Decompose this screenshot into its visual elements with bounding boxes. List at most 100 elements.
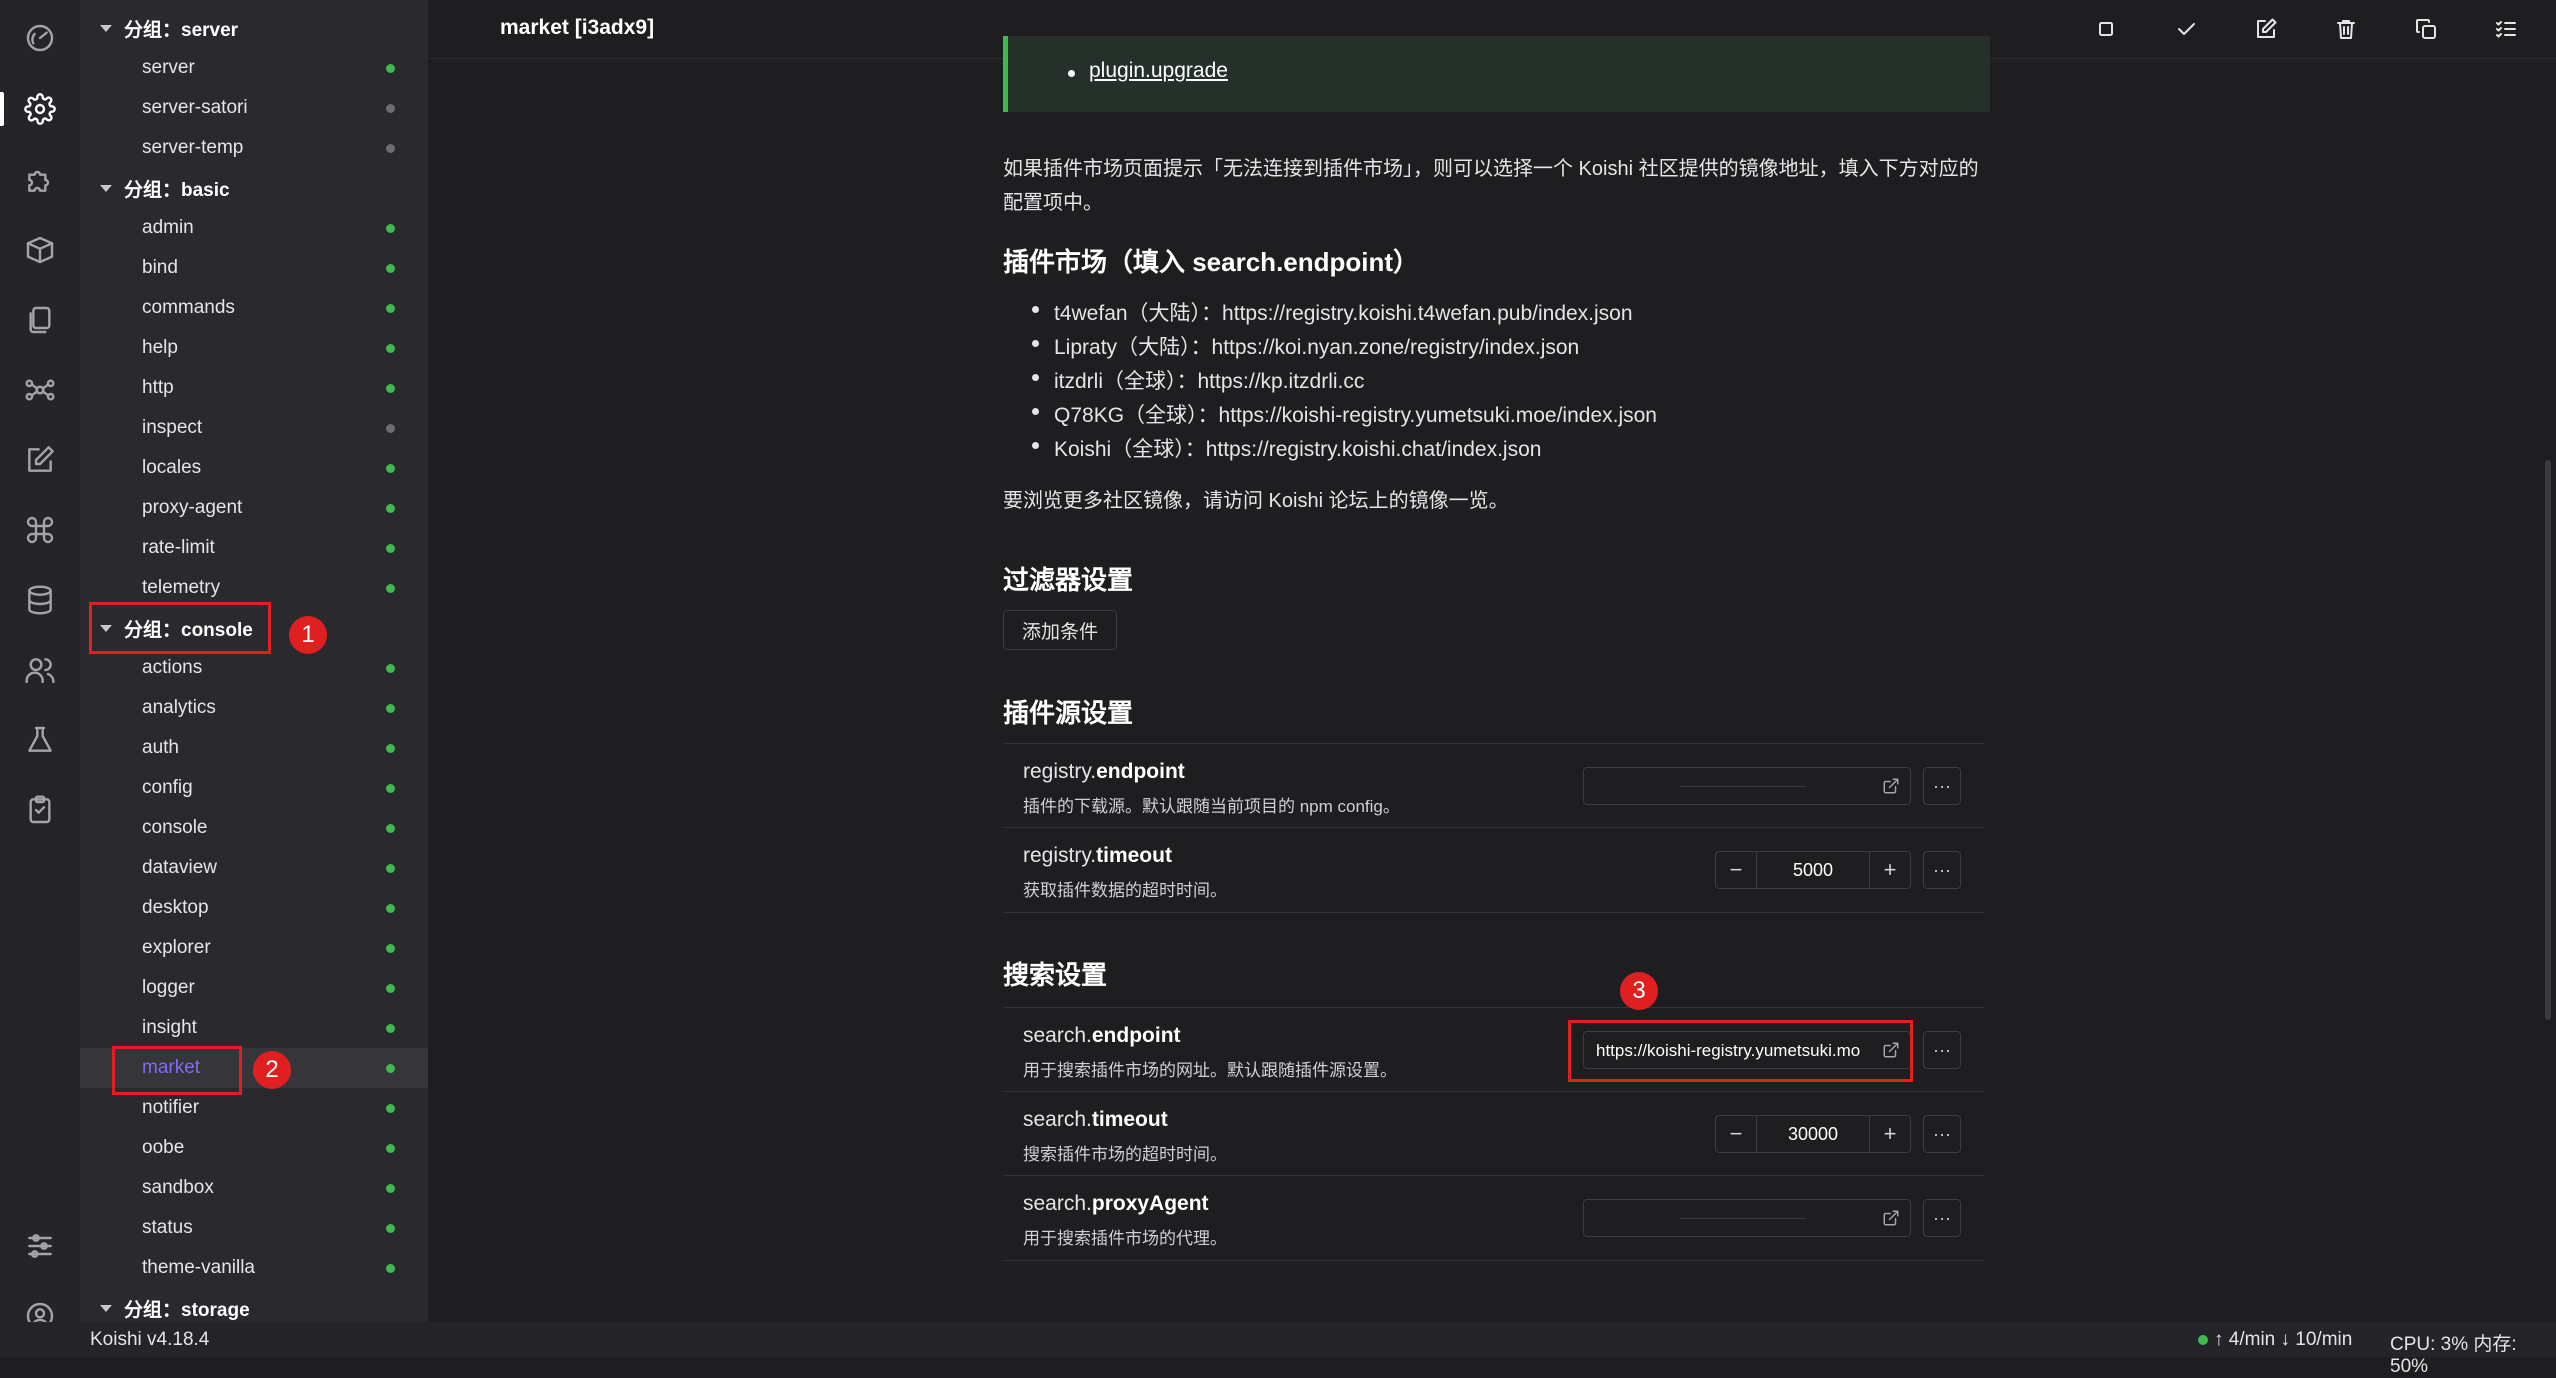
- settings-icon[interactable]: [20, 89, 60, 129]
- add-condition-button[interactable]: 添加条件: [1003, 610, 1118, 650]
- status-dot: [386, 904, 395, 913]
- status-dot: [386, 784, 395, 793]
- increment-button[interactable]: +: [1870, 852, 1910, 888]
- sidebar-item-server-satori[interactable]: server-satori: [80, 88, 428, 128]
- group-storage[interactable]: 分组：storage: [80, 1288, 428, 1322]
- check-icon[interactable]: [2168, 12, 2204, 46]
- sliders-icon[interactable]: [20, 1226, 60, 1266]
- sidebar-item-actions[interactable]: actions: [80, 648, 428, 688]
- caret-down-icon: [100, 184, 112, 192]
- sidebar-item-oobe[interactable]: oobe: [80, 1128, 428, 1168]
- status-dot: [386, 304, 395, 313]
- sidebar-item-config[interactable]: config: [80, 768, 428, 808]
- status-dot: [386, 944, 395, 953]
- increment-button[interactable]: +: [1870, 1116, 1910, 1152]
- sidebar-item-help[interactable]: help: [80, 328, 428, 368]
- registry-heading: 插件源设置: [1003, 698, 1134, 728]
- sidebar-item-console[interactable]: console: [80, 808, 428, 848]
- empty-placeholder: [1680, 786, 1806, 787]
- scrollbar-thumb[interactable]: [2545, 460, 2551, 1020]
- sidebar-item-server-temp[interactable]: server-temp: [80, 128, 428, 168]
- more-button[interactable]: ···: [1923, 1115, 1961, 1153]
- sidebar-item-sandbox[interactable]: sandbox: [80, 1168, 428, 1208]
- registry-timeout-value[interactable]: 5000: [1756, 852, 1870, 888]
- search-timeout-value[interactable]: 30000: [1756, 1116, 1870, 1152]
- plugin-upgrade-link[interactable]: plugin.upgrade: [1089, 59, 1228, 83]
- sidebar-item-insight[interactable]: insight: [80, 1008, 428, 1048]
- group-basic[interactable]: 分组：basic: [80, 168, 428, 208]
- sidebar-item-server[interactable]: server: [80, 48, 428, 88]
- registry-endpoint-input[interactable]: [1583, 767, 1911, 805]
- graph-icon[interactable]: [20, 370, 60, 410]
- edit-icon[interactable]: [2248, 12, 2284, 46]
- group-server[interactable]: 分组：server: [80, 8, 428, 48]
- clipboard-icon[interactable]: [20, 790, 60, 830]
- plugin-icon[interactable]: [20, 160, 60, 200]
- status-dot: [386, 464, 395, 473]
- status-dot: [386, 744, 395, 753]
- sidebar-item-logger[interactable]: logger: [80, 968, 428, 1008]
- mirror-intro: 如果插件市场页面提示「无法连接到插件市场」，则可以选择一个 Koishi 社区提…: [1003, 158, 1979, 214]
- dashboard-icon[interactable]: [20, 18, 60, 58]
- flask-icon[interactable]: [20, 720, 60, 760]
- mirror-more: 要浏览更多社区镜像，请访问 Koishi 论坛上的镜像一览。: [1003, 490, 1509, 512]
- users-icon[interactable]: [20, 650, 60, 690]
- status-dot: [386, 984, 395, 993]
- activity-bar: [0, 0, 80, 1357]
- external-link-icon[interactable]: [1882, 1209, 1900, 1227]
- more-button[interactable]: ···: [1923, 767, 1961, 805]
- files-icon[interactable]: [20, 300, 60, 340]
- sidebar-item-analytics[interactable]: analytics: [80, 688, 428, 728]
- search-proxy-agent-input[interactable]: [1583, 1199, 1911, 1237]
- stop-icon[interactable]: [2088, 12, 2124, 46]
- sidebar-item-rate-limit[interactable]: rate-limit: [80, 528, 428, 568]
- status-dot: [386, 1064, 395, 1073]
- annotation-box-1: [89, 602, 271, 654]
- sidebar-item-status[interactable]: status: [80, 1208, 428, 1248]
- empty-placeholder: [1680, 1218, 1806, 1219]
- page-title: market [i3adx9]: [500, 16, 655, 39]
- config-desc: 用于搜索插件市场的代理。: [1023, 1229, 1227, 1248]
- decrement-button[interactable]: −: [1716, 852, 1756, 888]
- copy-icon[interactable]: [2408, 12, 2444, 46]
- database-icon[interactable]: [20, 580, 60, 620]
- list-check-icon[interactable]: [2488, 12, 2524, 46]
- filter-heading: 过滤器设置: [1003, 565, 1134, 595]
- sidebar-item-proxy-agent[interactable]: proxy-agent: [80, 488, 428, 528]
- sidebar-item-admin[interactable]: admin: [80, 208, 428, 248]
- status-dot: [386, 1184, 395, 1193]
- config-desc: 插件的下载源。默认跟随当前项目的 npm config。: [1023, 797, 1400, 816]
- sidebar-item-bind[interactable]: bind: [80, 248, 428, 288]
- divider: [1003, 1260, 1985, 1261]
- box-icon[interactable]: [20, 230, 60, 270]
- config-row-search-timeout: search.timeout 搜索插件市场的超时时间。 − 30000 + ··…: [1003, 1091, 1985, 1176]
- config-key: search.timeout: [1023, 1108, 1168, 1131]
- trash-icon[interactable]: [2328, 12, 2364, 46]
- sidebar-item-inspect[interactable]: inspect: [80, 408, 428, 448]
- status-dot: [386, 224, 395, 233]
- annotation-box-2: [112, 1046, 242, 1095]
- more-button[interactable]: ···: [1923, 851, 1961, 889]
- sidebar-item-commands[interactable]: commands: [80, 288, 428, 328]
- market-heading: 插件市场（填入 search.endpoint）: [1003, 247, 1420, 277]
- annotation-number-3: 3: [1620, 972, 1658, 1010]
- config-row-search-proxy-agent: search.proxyAgent 用于搜索插件市场的代理。 ···: [1003, 1175, 1985, 1260]
- status-dot: [386, 1224, 395, 1233]
- sidebar-item-http[interactable]: http: [80, 368, 428, 408]
- sidebar-item-explorer[interactable]: explorer: [80, 928, 428, 968]
- sidebar-item-auth[interactable]: auth: [80, 728, 428, 768]
- external-link-icon[interactable]: [1882, 777, 1900, 795]
- command-icon[interactable]: [20, 510, 60, 550]
- sidebar-item-locales[interactable]: locales: [80, 448, 428, 488]
- plugin-tree: 分组：server server server-satori server-te…: [80, 0, 428, 1322]
- search-timeout-stepper: − 30000 +: [1715, 1115, 1911, 1153]
- decrement-button[interactable]: −: [1716, 1116, 1756, 1152]
- sidebar-item-desktop[interactable]: desktop: [80, 888, 428, 928]
- sidebar-item-theme-vanilla[interactable]: theme-vanilla: [80, 1248, 428, 1288]
- more-button[interactable]: ···: [1923, 1031, 1961, 1069]
- config-desc: 用于搜索插件市场的网址。默认跟随插件源设置。: [1023, 1061, 1397, 1080]
- edit-icon[interactable]: [20, 440, 60, 480]
- sidebar-item-dataview[interactable]: dataview: [80, 848, 428, 888]
- annotation-number-1: 1: [289, 616, 327, 654]
- more-button[interactable]: ···: [1923, 1199, 1961, 1237]
